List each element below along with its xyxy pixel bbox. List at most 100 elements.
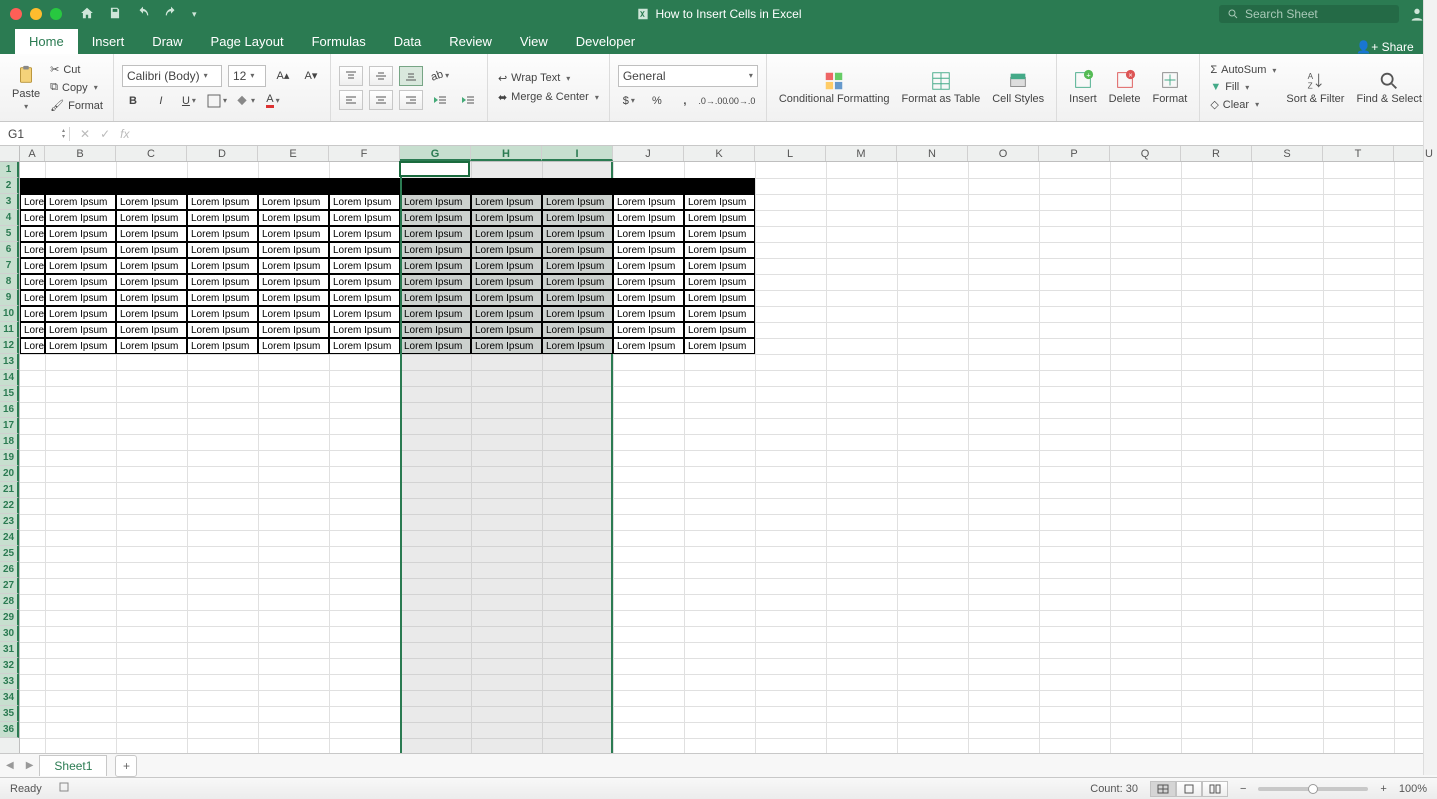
- table-cell[interactable]: Lorem Ipsum: [684, 322, 755, 338]
- sort-filter-button[interactable]: AZSort & Filter: [1282, 59, 1348, 117]
- row-header-21[interactable]: 21: [0, 482, 19, 498]
- table-cell[interactable]: Lorem Ipsum: [684, 338, 755, 354]
- column-header-B[interactable]: B: [45, 146, 116, 161]
- table-cell[interactable]: Lorem Ipsum: [116, 290, 187, 306]
- row-header-9[interactable]: 9: [0, 290, 19, 306]
- table-cell[interactable]: Lorem Ipsum: [542, 306, 613, 322]
- column-header-U[interactable]: U: [1394, 146, 1437, 161]
- row-header-27[interactable]: 27: [0, 578, 19, 594]
- table-header-cell[interactable]: [542, 178, 613, 194]
- table-cell[interactable]: Lorem Ipsum: [329, 338, 400, 354]
- insert-cells-button[interactable]: +Insert: [1065, 58, 1101, 116]
- home-icon[interactable]: [80, 6, 94, 23]
- table-cell[interactable]: Lorem Ipsum: [471, 306, 542, 322]
- table-cell[interactable]: Lorem Ipsum: [400, 338, 471, 354]
- table-cell[interactable]: Lorem Ipsum: [45, 338, 116, 354]
- table-cell[interactable]: Lorem Ipsum: [542, 274, 613, 290]
- underline-button[interactable]: U: [178, 91, 200, 111]
- table-cell[interactable]: Lorem Ipsum: [258, 274, 329, 290]
- font-name-combo[interactable]: Calibri (Body)▾: [122, 65, 222, 87]
- table-cell[interactable]: Lorem Ipsum: [329, 242, 400, 258]
- row-header-24[interactable]: 24: [0, 530, 19, 546]
- table-cell[interactable]: Lorem Ipsum: [471, 194, 542, 210]
- borders-button[interactable]: [206, 91, 228, 111]
- table-cell[interactable]: Lorem Ipsum: [684, 242, 755, 258]
- table-cell[interactable]: Lorem Ipsum: [45, 242, 116, 258]
- undo-icon[interactable]: [136, 6, 150, 23]
- row-header-20[interactable]: 20: [0, 466, 19, 482]
- conditional-formatting-button[interactable]: Conditional Formatting: [775, 58, 894, 116]
- table-cell[interactable]: Lorem Ipsum: [187, 306, 258, 322]
- table-cell[interactable]: Lorem Ipsum: [400, 290, 471, 306]
- redo-icon[interactable]: [164, 6, 178, 23]
- format-as-table-button[interactable]: Format as Table: [898, 58, 985, 116]
- row-header-29[interactable]: 29: [0, 610, 19, 626]
- column-header-N[interactable]: N: [897, 146, 968, 161]
- copy-button[interactable]: ⧉Copy: [48, 80, 105, 95]
- row-header-18[interactable]: 18: [0, 434, 19, 450]
- font-color-button[interactable]: A: [262, 91, 284, 111]
- tab-insert[interactable]: Insert: [78, 29, 139, 54]
- format-painter-button[interactable]: 🖌Format: [48, 98, 105, 113]
- table-cell[interactable]: Lorem Ipsum: [258, 194, 329, 210]
- row-header-23[interactable]: 23: [0, 514, 19, 530]
- row-header-8[interactable]: 8: [0, 274, 19, 290]
- table-cell[interactable]: Lorem Ipsum: [471, 290, 542, 306]
- format-cells-button[interactable]: Format: [1148, 58, 1191, 116]
- table-cell[interactable]: Lorem Ipsum: [45, 290, 116, 306]
- sheet-tab[interactable]: Sheet1: [39, 755, 107, 776]
- table-cell[interactable]: Lorem Ipsum: [613, 274, 684, 290]
- table-cell[interactable]: Lorem Ipsum: [45, 194, 116, 210]
- table-cell[interactable]: Lorem Ipsum: [684, 226, 755, 242]
- row-header-26[interactable]: 26: [0, 562, 19, 578]
- row-header-3[interactable]: 3: [0, 194, 19, 210]
- table-header-cell[interactable]: [684, 178, 755, 194]
- autosum-button[interactable]: ΣAutoSum: [1208, 63, 1278, 77]
- table-cell[interactable]: Lorem Ipsum: [329, 306, 400, 322]
- align-center-button[interactable]: [369, 90, 393, 110]
- row-header-17[interactable]: 17: [0, 418, 19, 434]
- view-normal-button[interactable]: [1150, 781, 1176, 797]
- merge-center-button[interactable]: ⬌Merge & Center: [496, 90, 601, 105]
- zoom-slider[interactable]: [1258, 787, 1368, 791]
- column-header-K[interactable]: K: [684, 146, 755, 161]
- row-header-6[interactable]: 6: [0, 242, 19, 258]
- column-header-H[interactable]: H: [471, 146, 542, 161]
- table-cell[interactable]: Lorem Ipsum: [471, 274, 542, 290]
- table-cell[interactable]: Lorem Ipsum: [258, 322, 329, 338]
- table-cell[interactable]: Lorem Ipsum: [116, 258, 187, 274]
- table-cell[interactable]: Lorem Ipsum: [613, 290, 684, 306]
- table-cell[interactable]: Lorem Ipsum: [20, 338, 45, 354]
- row-header-5[interactable]: 5: [0, 226, 19, 242]
- row-header-34[interactable]: 34: [0, 690, 19, 706]
- table-cell[interactable]: Lorem Ipsum: [20, 258, 45, 274]
- increase-indent-button[interactable]: [457, 90, 479, 110]
- table-cell[interactable]: Lorem Ipsum: [471, 226, 542, 242]
- row-header-10[interactable]: 10: [0, 306, 19, 322]
- macro-record-icon[interactable]: [58, 781, 70, 796]
- table-cell[interactable]: Lorem Ipsum: [684, 258, 755, 274]
- decrease-indent-button[interactable]: [429, 90, 451, 110]
- paste-button[interactable]: Paste▾: [8, 59, 44, 117]
- table-cell[interactable]: Lorem Ipsum: [20, 306, 45, 322]
- table-cell[interactable]: Lorem Ipsum: [187, 274, 258, 290]
- column-header-M[interactable]: M: [826, 146, 897, 161]
- column-header-S[interactable]: S: [1252, 146, 1323, 161]
- table-cell[interactable]: Lorem Ipsum: [329, 194, 400, 210]
- table-cell[interactable]: Lorem Ipsum: [613, 194, 684, 210]
- table-cell[interactable]: Lorem Ipsum: [45, 210, 116, 226]
- table-cell[interactable]: Lorem Ipsum: [471, 210, 542, 226]
- table-cell[interactable]: Lorem Ipsum: [187, 194, 258, 210]
- spreadsheet-grid[interactable]: ABCDEFGHIJKLMNOPQRSTUV 12345678910111213…: [0, 146, 1437, 753]
- table-cell[interactable]: Lorem Ipsum: [45, 274, 116, 290]
- name-box[interactable]: G1 ▴▾: [0, 127, 70, 141]
- row-header-19[interactable]: 19: [0, 450, 19, 466]
- row-header-36[interactable]: 36: [0, 722, 19, 738]
- table-cell[interactable]: Lorem Ipsum: [684, 290, 755, 306]
- column-header-J[interactable]: J: [613, 146, 684, 161]
- table-cell[interactable]: Lorem Ipsum: [116, 210, 187, 226]
- align-right-button[interactable]: [399, 90, 423, 110]
- table-header-cell[interactable]: [329, 178, 400, 194]
- table-cell[interactable]: Lorem Ipsum: [400, 194, 471, 210]
- table-cell[interactable]: Lorem Ipsum: [116, 338, 187, 354]
